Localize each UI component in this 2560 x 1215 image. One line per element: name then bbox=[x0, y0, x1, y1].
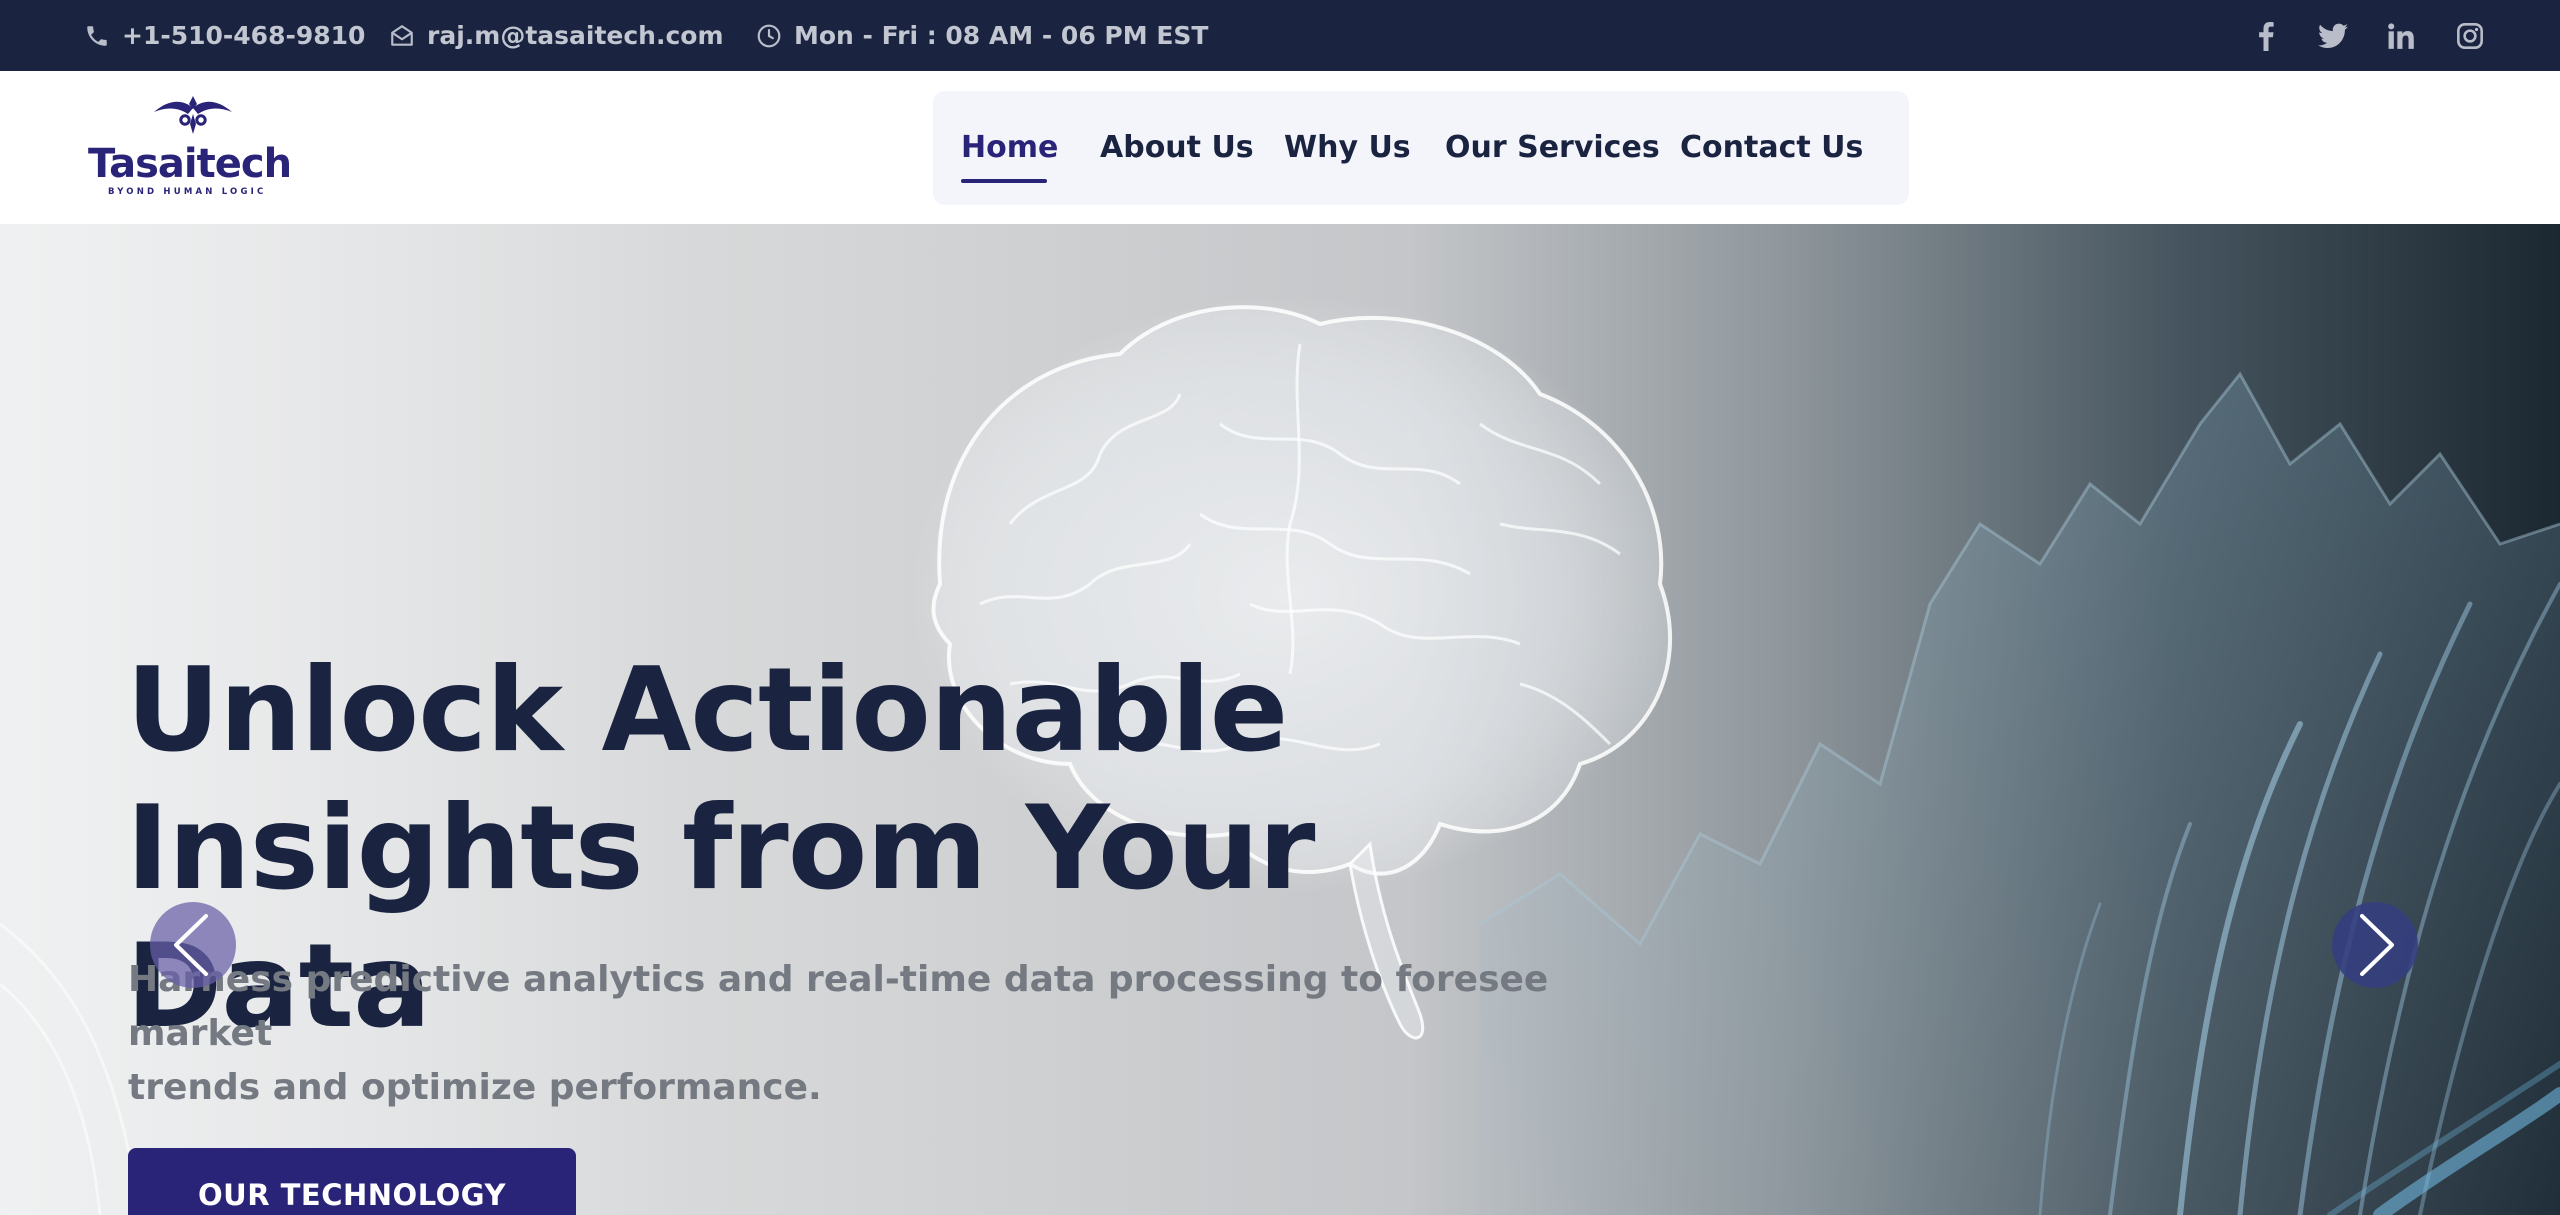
facebook-link[interactable] bbox=[2248, 0, 2284, 71]
top-contact-bar: +1-510-468-9810 raj.m@tasaitech.com Mon … bbox=[0, 0, 2560, 71]
our-technology-button[interactable]: OUR TECHNOLOGY bbox=[128, 1148, 576, 1215]
nav-active-indicator bbox=[961, 179, 1047, 183]
carousel-next-button[interactable] bbox=[2332, 902, 2418, 988]
email-contact[interactable]: raj.m@tasaitech.com bbox=[389, 0, 724, 71]
twitter-link[interactable] bbox=[2315, 0, 2351, 71]
carousel-prev-button[interactable] bbox=[150, 902, 236, 988]
nav-contact-us[interactable]: Contact Us bbox=[1680, 91, 1863, 205]
chevron-right-icon bbox=[2360, 914, 2394, 976]
clock-icon bbox=[757, 24, 781, 47]
nav-home[interactable]: Home bbox=[961, 91, 1058, 205]
site-header: Tasaitech BYOND HUMAN LOGIC Home About U… bbox=[0, 71, 2560, 224]
phone-number: +1-510-468-9810 bbox=[122, 21, 366, 50]
twitter-icon bbox=[2318, 23, 2348, 48]
hero-subtitle-line-1: Harness predictive analytics and real-ti… bbox=[128, 959, 1549, 1054]
nav-our-services[interactable]: Our Services bbox=[1445, 91, 1660, 205]
office-hours-text: Mon - Fri : 08 AM - 06 PM EST bbox=[794, 21, 1209, 50]
instagram-icon bbox=[2457, 22, 2483, 49]
linkedin-link[interactable] bbox=[2384, 0, 2420, 71]
logo-emblem-icon bbox=[154, 96, 232, 134]
phone-icon bbox=[87, 25, 107, 46]
office-hours: Mon - Fri : 08 AM - 06 PM EST bbox=[756, 0, 1208, 71]
chevron-left-icon bbox=[174, 914, 208, 976]
nav-why-us[interactable]: Why Us bbox=[1284, 91, 1411, 205]
main-navigation: Home About Us Why Us Our Services Contac… bbox=[933, 91, 1909, 205]
brand-logo[interactable]: Tasaitech BYOND HUMAN LOGIC bbox=[86, 94, 306, 199]
hero-subtitle: Harness predictive analytics and real-ti… bbox=[128, 953, 1578, 1115]
hero-title-line-1: Unlock Actionable bbox=[126, 643, 1288, 778]
brand-tagline: BYOND HUMAN LOGIC bbox=[108, 187, 267, 197]
phone-contact[interactable]: +1-510-468-9810 bbox=[84, 0, 365, 71]
hero-section: Unlock Actionable Insights from Your Dat… bbox=[0, 224, 2560, 1215]
envelope-icon bbox=[391, 24, 413, 46]
nav-about-us[interactable]: About Us bbox=[1100, 91, 1254, 205]
linkedin-icon bbox=[2388, 22, 2414, 49]
email-address: raj.m@tasaitech.com bbox=[427, 21, 724, 50]
hero-subtitle-line-2: trends and optimize performance. bbox=[128, 1067, 822, 1108]
instagram-link[interactable] bbox=[2452, 0, 2488, 71]
brand-name: Tasaitech bbox=[88, 141, 292, 187]
facebook-icon bbox=[2259, 21, 2274, 51]
